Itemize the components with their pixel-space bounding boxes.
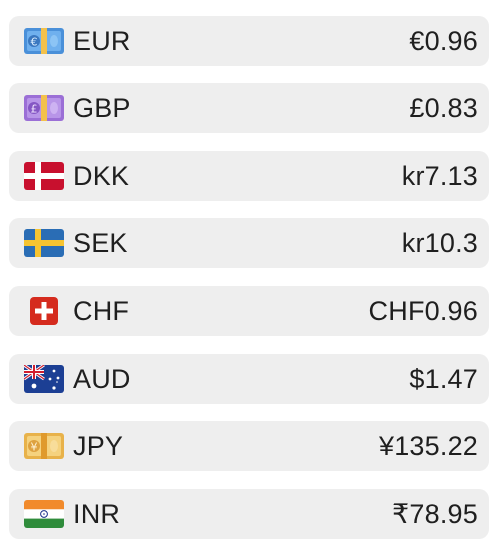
currency-code: SEK (73, 227, 128, 258)
sweden-flag-icon (23, 228, 65, 258)
svg-text:€: € (31, 36, 38, 49)
currency-code: JPY (73, 430, 124, 461)
currency-value: $1.47 (409, 363, 478, 394)
svg-text:£: £ (31, 103, 38, 116)
currency-code: DKK (73, 160, 130, 191)
currency-code: GBP (73, 92, 131, 123)
currency-row-jpy[interactable]: ¥ JPY ¥135.22 (9, 421, 489, 471)
currency-value: kr7.13 (401, 160, 478, 191)
currency-value: ¥135.22 (379, 430, 478, 461)
currency-code: EUR (73, 25, 131, 56)
denmark-flag-icon (23, 161, 65, 191)
currency-code: CHF (73, 295, 130, 326)
currency-value: kr10.3 (401, 227, 478, 258)
india-flag-icon (23, 499, 65, 529)
currency-value: £0.83 (409, 92, 478, 123)
currency-row-chf[interactable]: CHF CHF0.96 (9, 286, 489, 336)
currency-value: ₹78.95 (392, 498, 478, 529)
currency-row-inr[interactable]: INR ₹78.95 (9, 489, 489, 539)
switzerland-flag-icon (23, 296, 65, 326)
pound-banknote-icon: £ (23, 93, 65, 123)
currency-row-aud[interactable]: AUD $1.47 (9, 354, 489, 404)
currency-list: € EUR €0.96 £ GBP £0.83 DKK kr7.13 SEK k… (0, 0, 498, 552)
currency-row-sek[interactable]: SEK kr10.3 (9, 218, 489, 268)
currency-value: €0.96 (409, 25, 478, 56)
currency-row-gbp[interactable]: £ GBP £0.83 (9, 83, 489, 133)
euro-banknote-icon: € (23, 26, 65, 56)
currency-code: INR (73, 498, 121, 529)
currency-row-dkk[interactable]: DKK kr7.13 (9, 151, 489, 201)
australia-flag-icon (23, 364, 65, 394)
currency-value: CHF0.96 (368, 295, 478, 326)
yen-banknote-icon: ¥ (23, 431, 65, 461)
svg-text:¥: ¥ (31, 441, 38, 454)
currency-code: AUD (73, 363, 131, 394)
currency-row-eur[interactable]: € EUR €0.96 (9, 16, 489, 66)
